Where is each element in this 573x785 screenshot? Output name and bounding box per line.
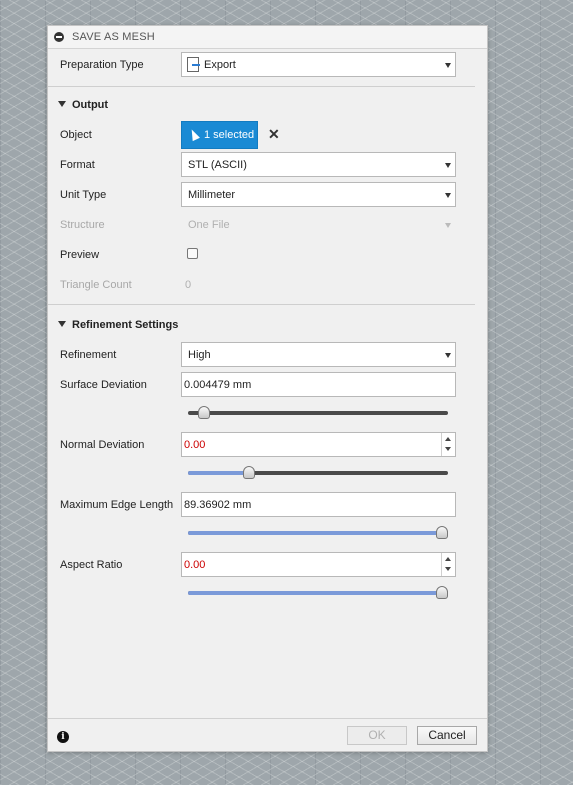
- unit-type-value: Millimeter: [188, 189, 236, 201]
- cancel-button[interactable]: Cancel: [417, 726, 477, 745]
- chevron-down-icon: [445, 163, 451, 168]
- object-label: Object: [60, 129, 92, 141]
- normal-deviation-stepper[interactable]: 0.00: [181, 432, 456, 457]
- spin-down-icon[interactable]: [445, 447, 451, 451]
- slider-fill: [188, 531, 442, 535]
- object-selection-button[interactable]: 1 selected: [181, 121, 258, 149]
- refinement-label: Refinement: [60, 349, 117, 361]
- structure-value: One File: [188, 219, 230, 231]
- preparation-type-select[interactable]: Export: [181, 52, 456, 77]
- info-icon[interactable]: i: [57, 731, 69, 743]
- normal-deviation-label: Normal Deviation: [60, 439, 145, 451]
- collapse-triangle-icon: [58, 321, 66, 328]
- preparation-type-value: Export: [204, 59, 236, 71]
- refinement-section-title: Refinement Settings: [72, 319, 179, 331]
- spin-buttons: [441, 553, 455, 576]
- slider-thumb[interactable]: [197, 406, 210, 419]
- output-section-title: Output: [72, 99, 109, 111]
- collapse-icon[interactable]: [54, 32, 64, 42]
- section-divider: [48, 86, 475, 87]
- footer-divider: [48, 718, 487, 719]
- chevron-down-icon: [445, 353, 451, 358]
- structure-label: Structure: [60, 219, 105, 231]
- cursor-arrow-icon: [188, 127, 200, 142]
- slider-fill: [188, 591, 442, 595]
- ok-button[interactable]: OK: [347, 726, 407, 745]
- spin-buttons: [441, 433, 455, 456]
- collapse-triangle-icon: [58, 101, 66, 108]
- format-label: Format: [60, 159, 95, 171]
- spin-down-icon[interactable]: [445, 567, 451, 571]
- surface-deviation-slider[interactable]: [188, 406, 448, 420]
- normal-deviation-slider[interactable]: [188, 466, 448, 480]
- format-select[interactable]: STL (ASCII): [181, 152, 456, 177]
- spin-up-icon[interactable]: [445, 437, 451, 441]
- aspect-ratio-slider[interactable]: [188, 586, 448, 600]
- clear-selection-icon[interactable]: ✕: [268, 126, 280, 142]
- unit-type-select[interactable]: Millimeter: [181, 182, 456, 207]
- slider-fill: [188, 471, 249, 475]
- chevron-down-icon: [445, 193, 451, 198]
- refinement-value: High: [188, 349, 211, 361]
- chevron-down-icon: [445, 223, 451, 228]
- preview-checkbox[interactable]: [187, 248, 198, 259]
- format-value: STL (ASCII): [188, 159, 247, 171]
- surface-deviation-label: Surface Deviation: [60, 379, 147, 391]
- max-edge-length-label: Maximum Edge Length: [60, 499, 174, 511]
- max-edge-length-input[interactable]: [181, 492, 456, 517]
- triangle-count-label: Triangle Count: [60, 279, 132, 291]
- triangle-count-value: 0: [185, 279, 192, 291]
- aspect-ratio-value: 0.00: [184, 559, 206, 571]
- slider-track: [188, 411, 448, 415]
- object-selection-count: 1 selected: [204, 129, 255, 141]
- structure-select: One File: [181, 212, 456, 237]
- dialog-titlebar[interactable]: SAVE AS MESH: [48, 26, 487, 49]
- max-edge-length-slider[interactable]: [188, 526, 448, 540]
- slider-thumb[interactable]: [436, 586, 448, 599]
- preview-label: Preview: [60, 249, 100, 261]
- preparation-type-label: Preparation Type: [60, 59, 144, 71]
- aspect-ratio-label: Aspect Ratio: [60, 559, 123, 571]
- normal-deviation-value: 0.00: [184, 439, 206, 451]
- aspect-ratio-stepper[interactable]: 0.00: [181, 552, 456, 577]
- slider-thumb[interactable]: [436, 526, 448, 539]
- section-divider: [48, 304, 475, 305]
- export-icon: [187, 57, 200, 72]
- surface-deviation-input[interactable]: [181, 372, 456, 397]
- slider-thumb[interactable]: [242, 466, 255, 479]
- spin-up-icon[interactable]: [445, 557, 451, 561]
- output-section-header[interactable]: Output: [58, 99, 108, 111]
- save-as-mesh-dialog: SAVE AS MESH Preparation Type Export Out…: [47, 25, 488, 752]
- refinement-select[interactable]: High: [181, 342, 456, 367]
- refinement-section-header[interactable]: Refinement Settings: [58, 319, 178, 331]
- chevron-down-icon: [445, 63, 451, 68]
- dialog-title: SAVE AS MESH: [72, 31, 155, 43]
- unit-type-label: Unit Type: [60, 189, 107, 201]
